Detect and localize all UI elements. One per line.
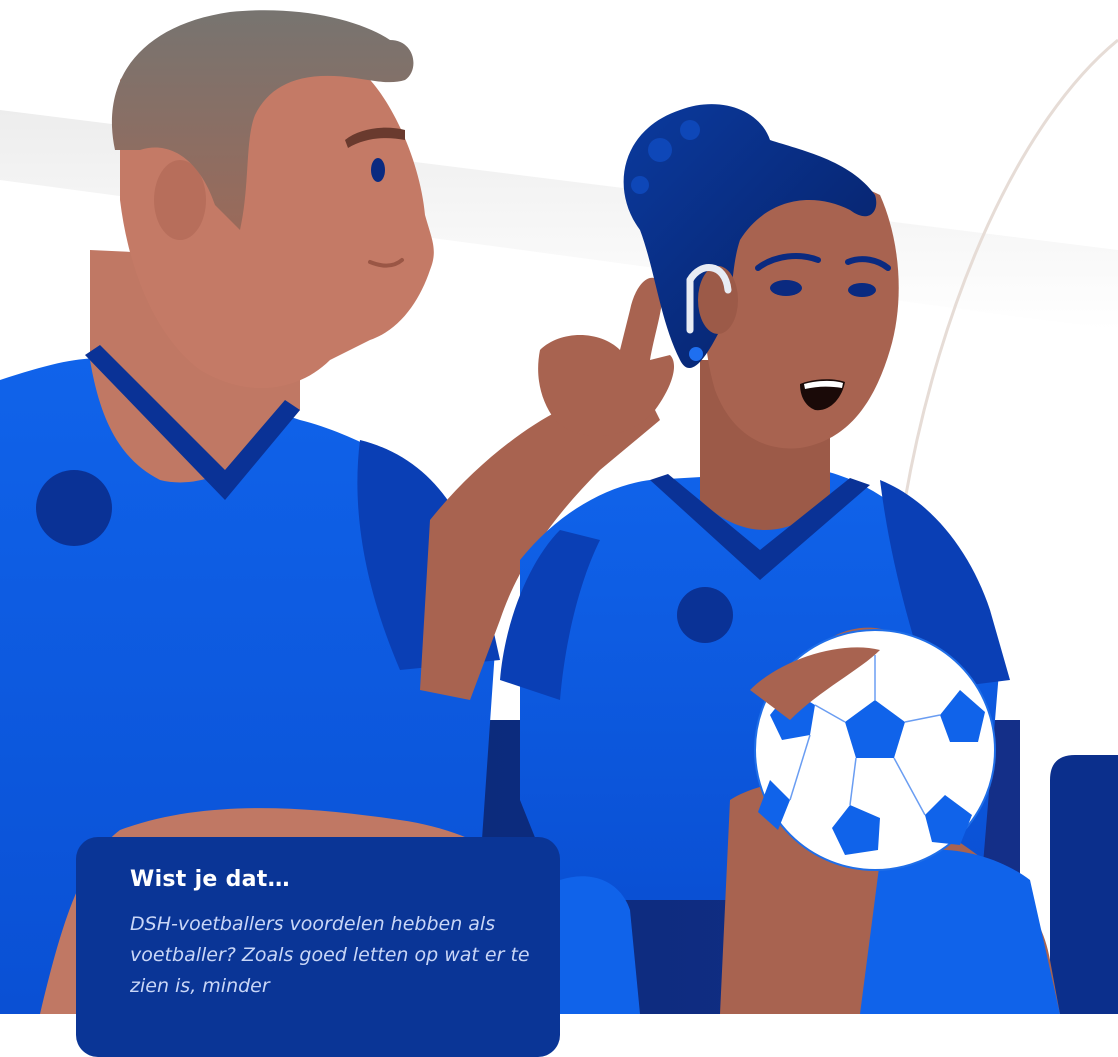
info-card-body: DSH-voetballers voordelen hebben als voe… [130,913,530,997]
info-card: Wist je dat… DSH-voetballers voordelen h… [76,837,560,1057]
info-card-title: Wist je dat… [130,867,290,892]
